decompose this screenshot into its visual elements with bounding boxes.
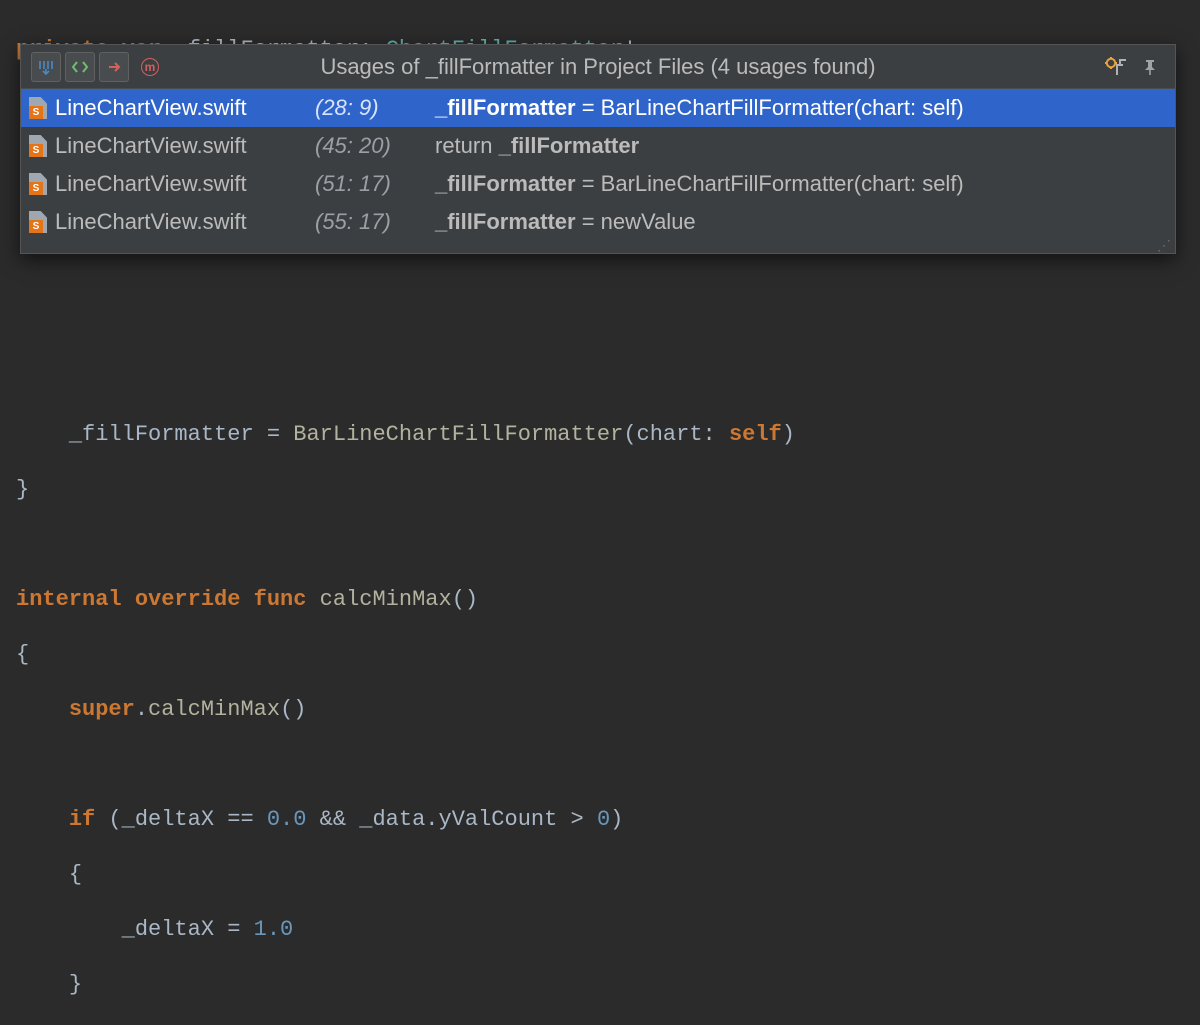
code-line — [16, 310, 1200, 340]
usage-row[interactable]: LineChartView.swift(55: 17)_fillFormatte… — [21, 203, 1175, 241]
swift-file-icon — [29, 135, 47, 157]
usage-code: _fillFormatter = BarLineChartFillFormatt… — [435, 93, 964, 123]
usage-list: LineChartView.swift(28: 9)_fillFormatter… — [21, 89, 1175, 241]
code-line: _fillFormatter = BarLineChartFillFormatt… — [16, 420, 1200, 450]
next-occurrence-button[interactable] — [99, 52, 129, 82]
code-line — [16, 255, 1200, 285]
usage-code: _fillFormatter = newValue — [435, 207, 696, 237]
usage-position: (55: 17) — [315, 207, 435, 237]
code-line — [16, 750, 1200, 780]
swift-file-icon — [29, 173, 47, 195]
usage-row[interactable]: LineChartView.swift(51: 17)_fillFormatte… — [21, 165, 1175, 203]
member-icon: m — [141, 58, 159, 76]
usage-code: _fillFormatter = BarLineChartFillFormatt… — [435, 169, 964, 199]
usage-file: LineChartView.swift — [55, 207, 315, 237]
code-line: if (_deltaX == 0.0 && _data.yValCount > … — [16, 805, 1200, 835]
usage-row[interactable]: LineChartView.swift(28: 9)_fillFormatter… — [21, 89, 1175, 127]
popup-toolbar: m Usages of _fillFormatter in Project Fi… — [21, 45, 1175, 89]
usage-position: (45: 20) — [315, 131, 435, 161]
usage-file: LineChartView.swift — [55, 169, 315, 199]
code-line: { — [16, 640, 1200, 670]
settings-button[interactable] — [1101, 52, 1131, 82]
code-line: super.calcMinMax() — [16, 695, 1200, 725]
usage-file: LineChartView.swift — [55, 93, 315, 123]
swift-file-icon — [29, 211, 47, 233]
code-line — [16, 530, 1200, 560]
usage-code: return _fillFormatter — [435, 131, 639, 161]
resize-grip[interactable]: ⋰ — [21, 241, 1175, 253]
code-line: _deltaX = 1.0 — [16, 915, 1200, 945]
code-line: { — [16, 860, 1200, 890]
prev-occurrence-button[interactable] — [65, 52, 95, 82]
usage-file: LineChartView.swift — [55, 131, 315, 161]
code-line — [16, 365, 1200, 395]
open-findtool-button[interactable] — [31, 52, 61, 82]
usage-row[interactable]: LineChartView.swift(45: 20)return _fillF… — [21, 127, 1175, 165]
popup-title: Usages of _fillFormatter in Project File… — [21, 54, 1175, 80]
find-usages-popup: m Usages of _fillFormatter in Project Fi… — [20, 44, 1176, 254]
code-line: internal override func calcMinMax() — [16, 585, 1200, 615]
usage-position: (28: 9) — [315, 93, 435, 123]
code-line: } — [16, 475, 1200, 505]
usage-position: (51: 17) — [315, 169, 435, 199]
code-line: } — [16, 970, 1200, 1000]
pin-button[interactable] — [1135, 52, 1165, 82]
swift-file-icon — [29, 97, 47, 119]
